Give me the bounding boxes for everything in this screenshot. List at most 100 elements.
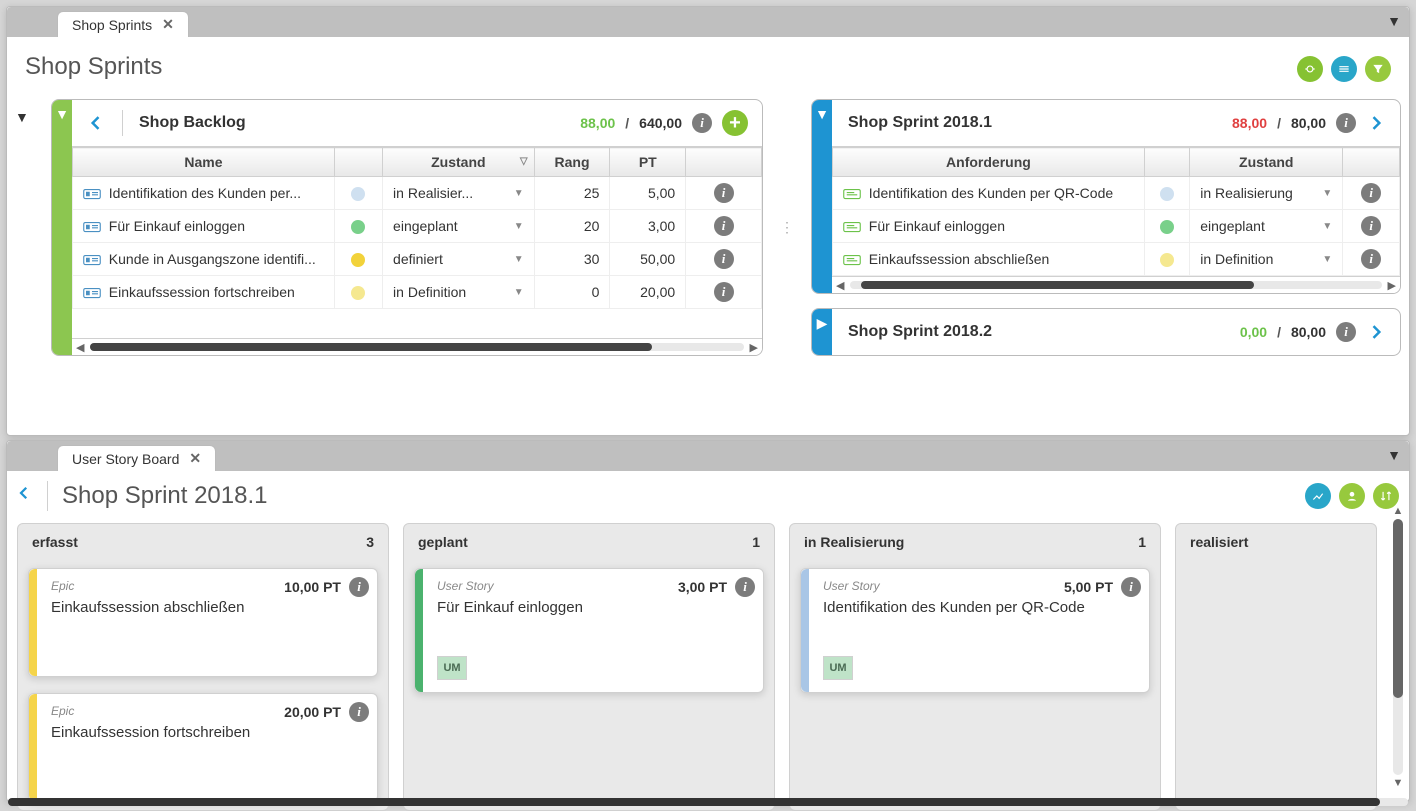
drag-separator-icon[interactable]: ⋮ xyxy=(775,99,799,356)
board-action-icon-2[interactable] xyxy=(1339,483,1365,509)
backlog-header: Shop Backlog 88,00 / 640,00 i + xyxy=(72,100,762,146)
table-row[interactable]: Einkaufssession abschließenin Definition… xyxy=(833,243,1400,276)
sprint-table: Anforderung Zustand Identifikation des Ku… xyxy=(832,147,1400,276)
sprint-colorbar[interactable]: ▼ xyxy=(812,100,832,293)
info-icon[interactable]: i xyxy=(1336,113,1356,133)
close-icon[interactable]: ✕ xyxy=(162,16,174,33)
col-state[interactable]: Zustand▽ xyxy=(383,148,535,177)
card-stripe xyxy=(29,694,37,801)
col-rank[interactable]: Rang xyxy=(534,148,610,177)
info-icon[interactable]: i xyxy=(714,282,734,302)
chevron-down-icon[interactable]: ▼ xyxy=(514,221,524,232)
collapse-backlog-icon[interactable]: ▼ xyxy=(15,109,29,125)
board-action-icon-1[interactable] xyxy=(1305,483,1331,509)
state-dropdown[interactable]: in Definition▼ xyxy=(1200,251,1332,267)
col-info[interactable] xyxy=(1343,148,1400,177)
table-row[interactable]: Kunde in Ausgangszone identifi...definie… xyxy=(73,243,762,276)
scroll-left-icon[interactable]: ◀ xyxy=(836,279,844,292)
board-lane: geplant1User Story3,00 PTiFür Einkauf ei… xyxy=(403,523,775,811)
col-pt[interactable]: PT xyxy=(610,148,686,177)
sprint-colorbar[interactable]: ▶ xyxy=(812,309,832,355)
table-row[interactable]: Identifikation des Kunden per QR-Codein … xyxy=(833,177,1400,210)
info-icon[interactable]: i xyxy=(714,216,734,236)
info-icon[interactable]: i xyxy=(349,702,369,722)
chevron-left-icon[interactable] xyxy=(15,484,33,508)
action-icon-1[interactable] xyxy=(1297,56,1323,82)
sprint-total: 80,00 xyxy=(1291,115,1326,131)
close-icon[interactable]: ✕ xyxy=(189,450,201,467)
action-icon-2[interactable] xyxy=(1331,56,1357,82)
sprint-hscroll[interactable]: ◀▶ xyxy=(832,276,1400,293)
info-icon[interactable]: i xyxy=(349,577,369,597)
collapse-panel-icon[interactable]: ▼ xyxy=(1387,447,1401,463)
state-dropdown[interactable]: eingeplant▼ xyxy=(1200,218,1332,234)
info-icon[interactable]: i xyxy=(1336,322,1356,342)
col-dot[interactable] xyxy=(1144,148,1189,177)
info-icon[interactable]: i xyxy=(692,113,712,133)
columns: ▼ ▼ Shop Backlog 88,00 / 640,00 i xyxy=(15,99,1401,356)
col-dot[interactable] xyxy=(334,148,382,177)
scroll-left-icon[interactable]: ◀ xyxy=(76,341,84,354)
board-card[interactable]: User Story3,00 PTiFür Einkauf einloggenU… xyxy=(414,568,764,693)
backlog-used: 88,00 xyxy=(580,115,615,131)
slash: / xyxy=(625,115,629,131)
sort-icon[interactable]: ▽ xyxy=(520,156,528,167)
scroll-down-icon[interactable]: ▼ xyxy=(1393,777,1404,789)
info-icon[interactable]: i xyxy=(1121,577,1141,597)
chevron-right-icon[interactable] xyxy=(1366,113,1386,133)
state-dropdown[interactable]: in Definition▼ xyxy=(393,284,524,300)
info-icon[interactable]: i xyxy=(735,577,755,597)
tab-user-story-board[interactable]: User Story Board ✕ xyxy=(57,445,216,471)
card-pt: 10,00 PT xyxy=(284,579,341,595)
table-row[interactable]: Einkaufssession fortschreibenin Definiti… xyxy=(73,276,762,309)
add-button[interactable]: + xyxy=(722,110,748,136)
scroll-right-icon[interactable]: ▶ xyxy=(1388,279,1396,292)
table-row[interactable]: Für Einkauf einloggeneingeplant▼203,00i xyxy=(73,210,762,243)
backlog-colorbar[interactable]: ▼ xyxy=(52,100,72,355)
table-row[interactable]: Für Einkauf einloggeneingeplant▼i xyxy=(833,210,1400,243)
lane-count: 1 xyxy=(752,534,760,550)
board-tabstrip: User Story Board ✕ ▼ xyxy=(7,441,1409,471)
page-hscroll[interactable] xyxy=(8,796,1408,808)
info-icon[interactable]: i xyxy=(714,183,734,203)
board-card[interactable]: Epic20,00 PTiEinkaufssession fortschreib… xyxy=(28,693,378,802)
board-card[interactable]: Epic10,00 PTiEinkaufssession abschließen xyxy=(28,568,378,677)
chevron-down-icon[interactable]: ▼ xyxy=(1322,254,1332,265)
lane-header: realisiert xyxy=(1176,524,1376,560)
col-anforderung[interactable]: Anforderung xyxy=(833,148,1145,177)
scroll-up-icon[interactable]: ▲ xyxy=(1393,505,1404,517)
info-icon[interactable]: i xyxy=(1361,216,1381,236)
info-icon[interactable]: i xyxy=(1361,183,1381,203)
state-dropdown[interactable]: definiert▼ xyxy=(393,251,524,267)
col-info[interactable] xyxy=(686,148,762,177)
collapse-panel-icon[interactable]: ▼ xyxy=(1387,13,1401,29)
filter-icon[interactable] xyxy=(1365,56,1391,82)
state-dropdown[interactable]: eingeplant▼ xyxy=(393,218,524,234)
board-lane: in Realisierung1User Story5,00 PTiIdenti… xyxy=(789,523,1161,811)
avatar[interactable]: UM xyxy=(823,656,853,680)
avatar[interactable]: UM xyxy=(437,656,467,680)
info-icon[interactable]: i xyxy=(1361,249,1381,269)
state-dropdown[interactable]: in Realisierung▼ xyxy=(1200,185,1332,201)
board-vscroll[interactable]: ▲ ▼ xyxy=(1391,503,1405,791)
state-dropdown[interactable]: in Realisier...▼ xyxy=(393,185,524,201)
chevron-right-icon[interactable] xyxy=(1366,322,1386,342)
chevron-down-icon[interactable]: ▼ xyxy=(514,254,524,265)
card-pt: 20,00 PT xyxy=(284,704,341,720)
chevron-left-icon[interactable] xyxy=(86,113,106,133)
col-name[interactable]: Name xyxy=(73,148,335,177)
status-dot-icon xyxy=(1160,253,1174,267)
tab-shop-sprints[interactable]: Shop Sprints ✕ xyxy=(57,11,189,37)
info-icon[interactable]: i xyxy=(714,249,734,269)
table-row[interactable]: Identifikation des Kunden per...in Reali… xyxy=(73,177,762,210)
col-state[interactable]: Zustand xyxy=(1190,148,1343,177)
board-card[interactable]: User Story5,00 PTiIdentifikation des Kun… xyxy=(800,568,1150,693)
chevron-down-icon[interactable]: ▼ xyxy=(1322,188,1332,199)
sprint-title: Shop Sprint 2018.2 xyxy=(846,319,992,345)
scroll-right-icon[interactable]: ▶ xyxy=(750,341,758,354)
chevron-down-icon[interactable]: ▼ xyxy=(1322,221,1332,232)
backlog-hscroll[interactable]: ◀ ▶ xyxy=(72,338,762,355)
chevron-down-icon[interactable]: ▼ xyxy=(514,287,524,298)
chevron-down-icon[interactable]: ▼ xyxy=(514,188,524,199)
backlog-inner: Shop Backlog 88,00 / 640,00 i + xyxy=(72,100,762,355)
